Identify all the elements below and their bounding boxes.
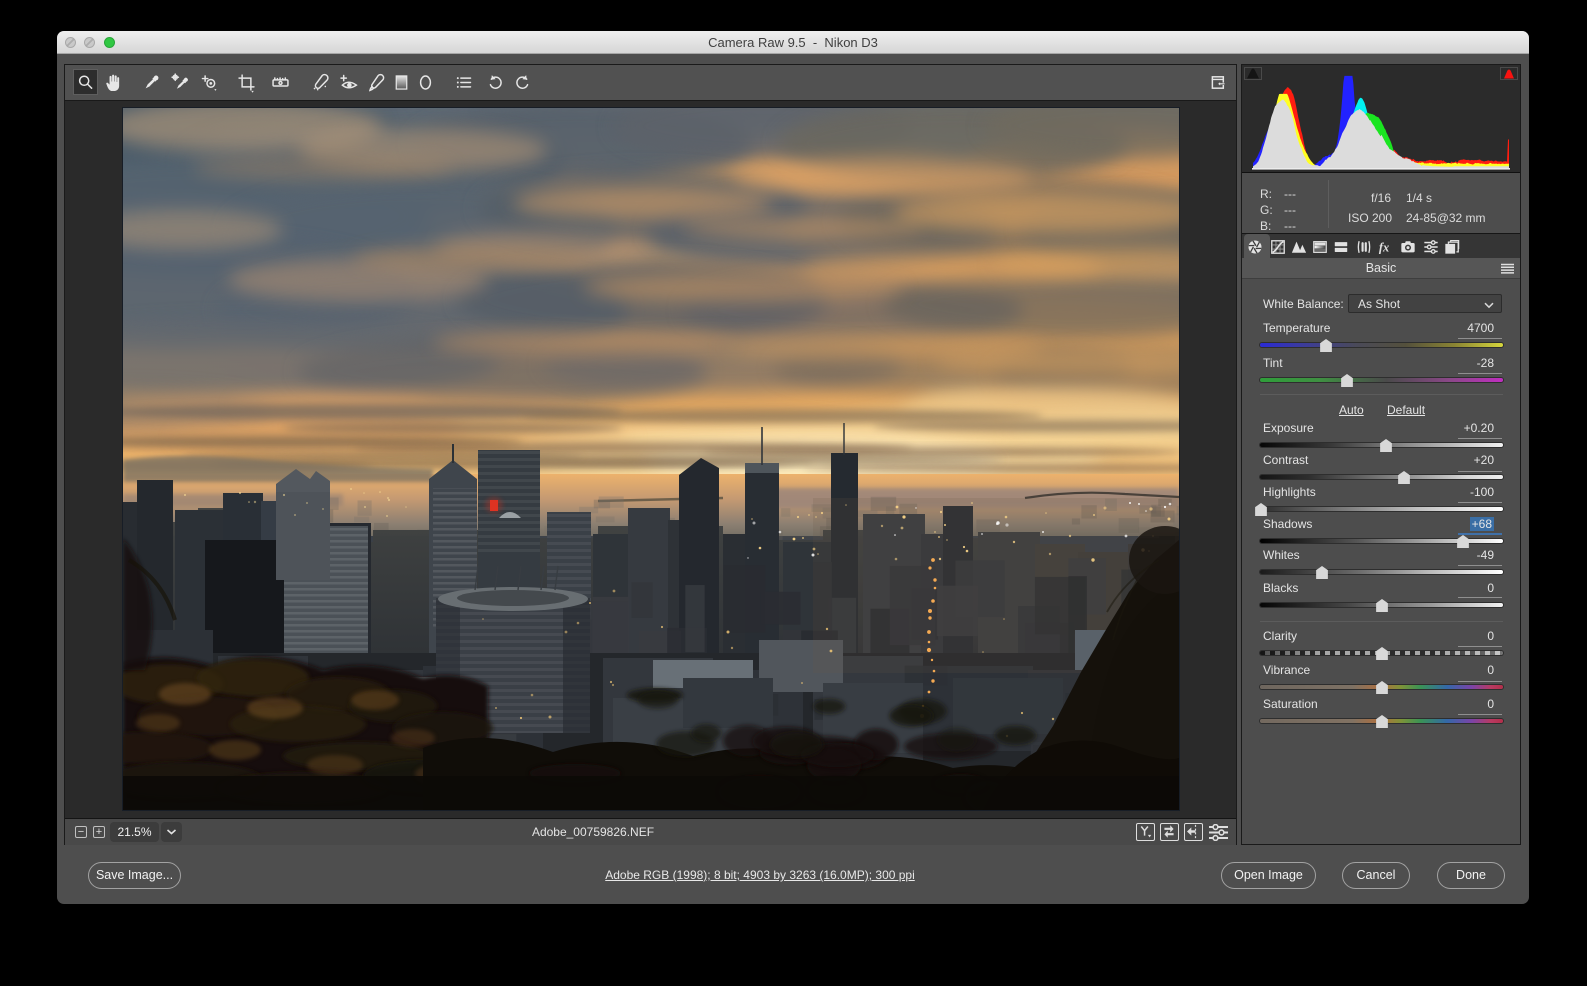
svg-text:fx: fx xyxy=(1379,240,1389,254)
